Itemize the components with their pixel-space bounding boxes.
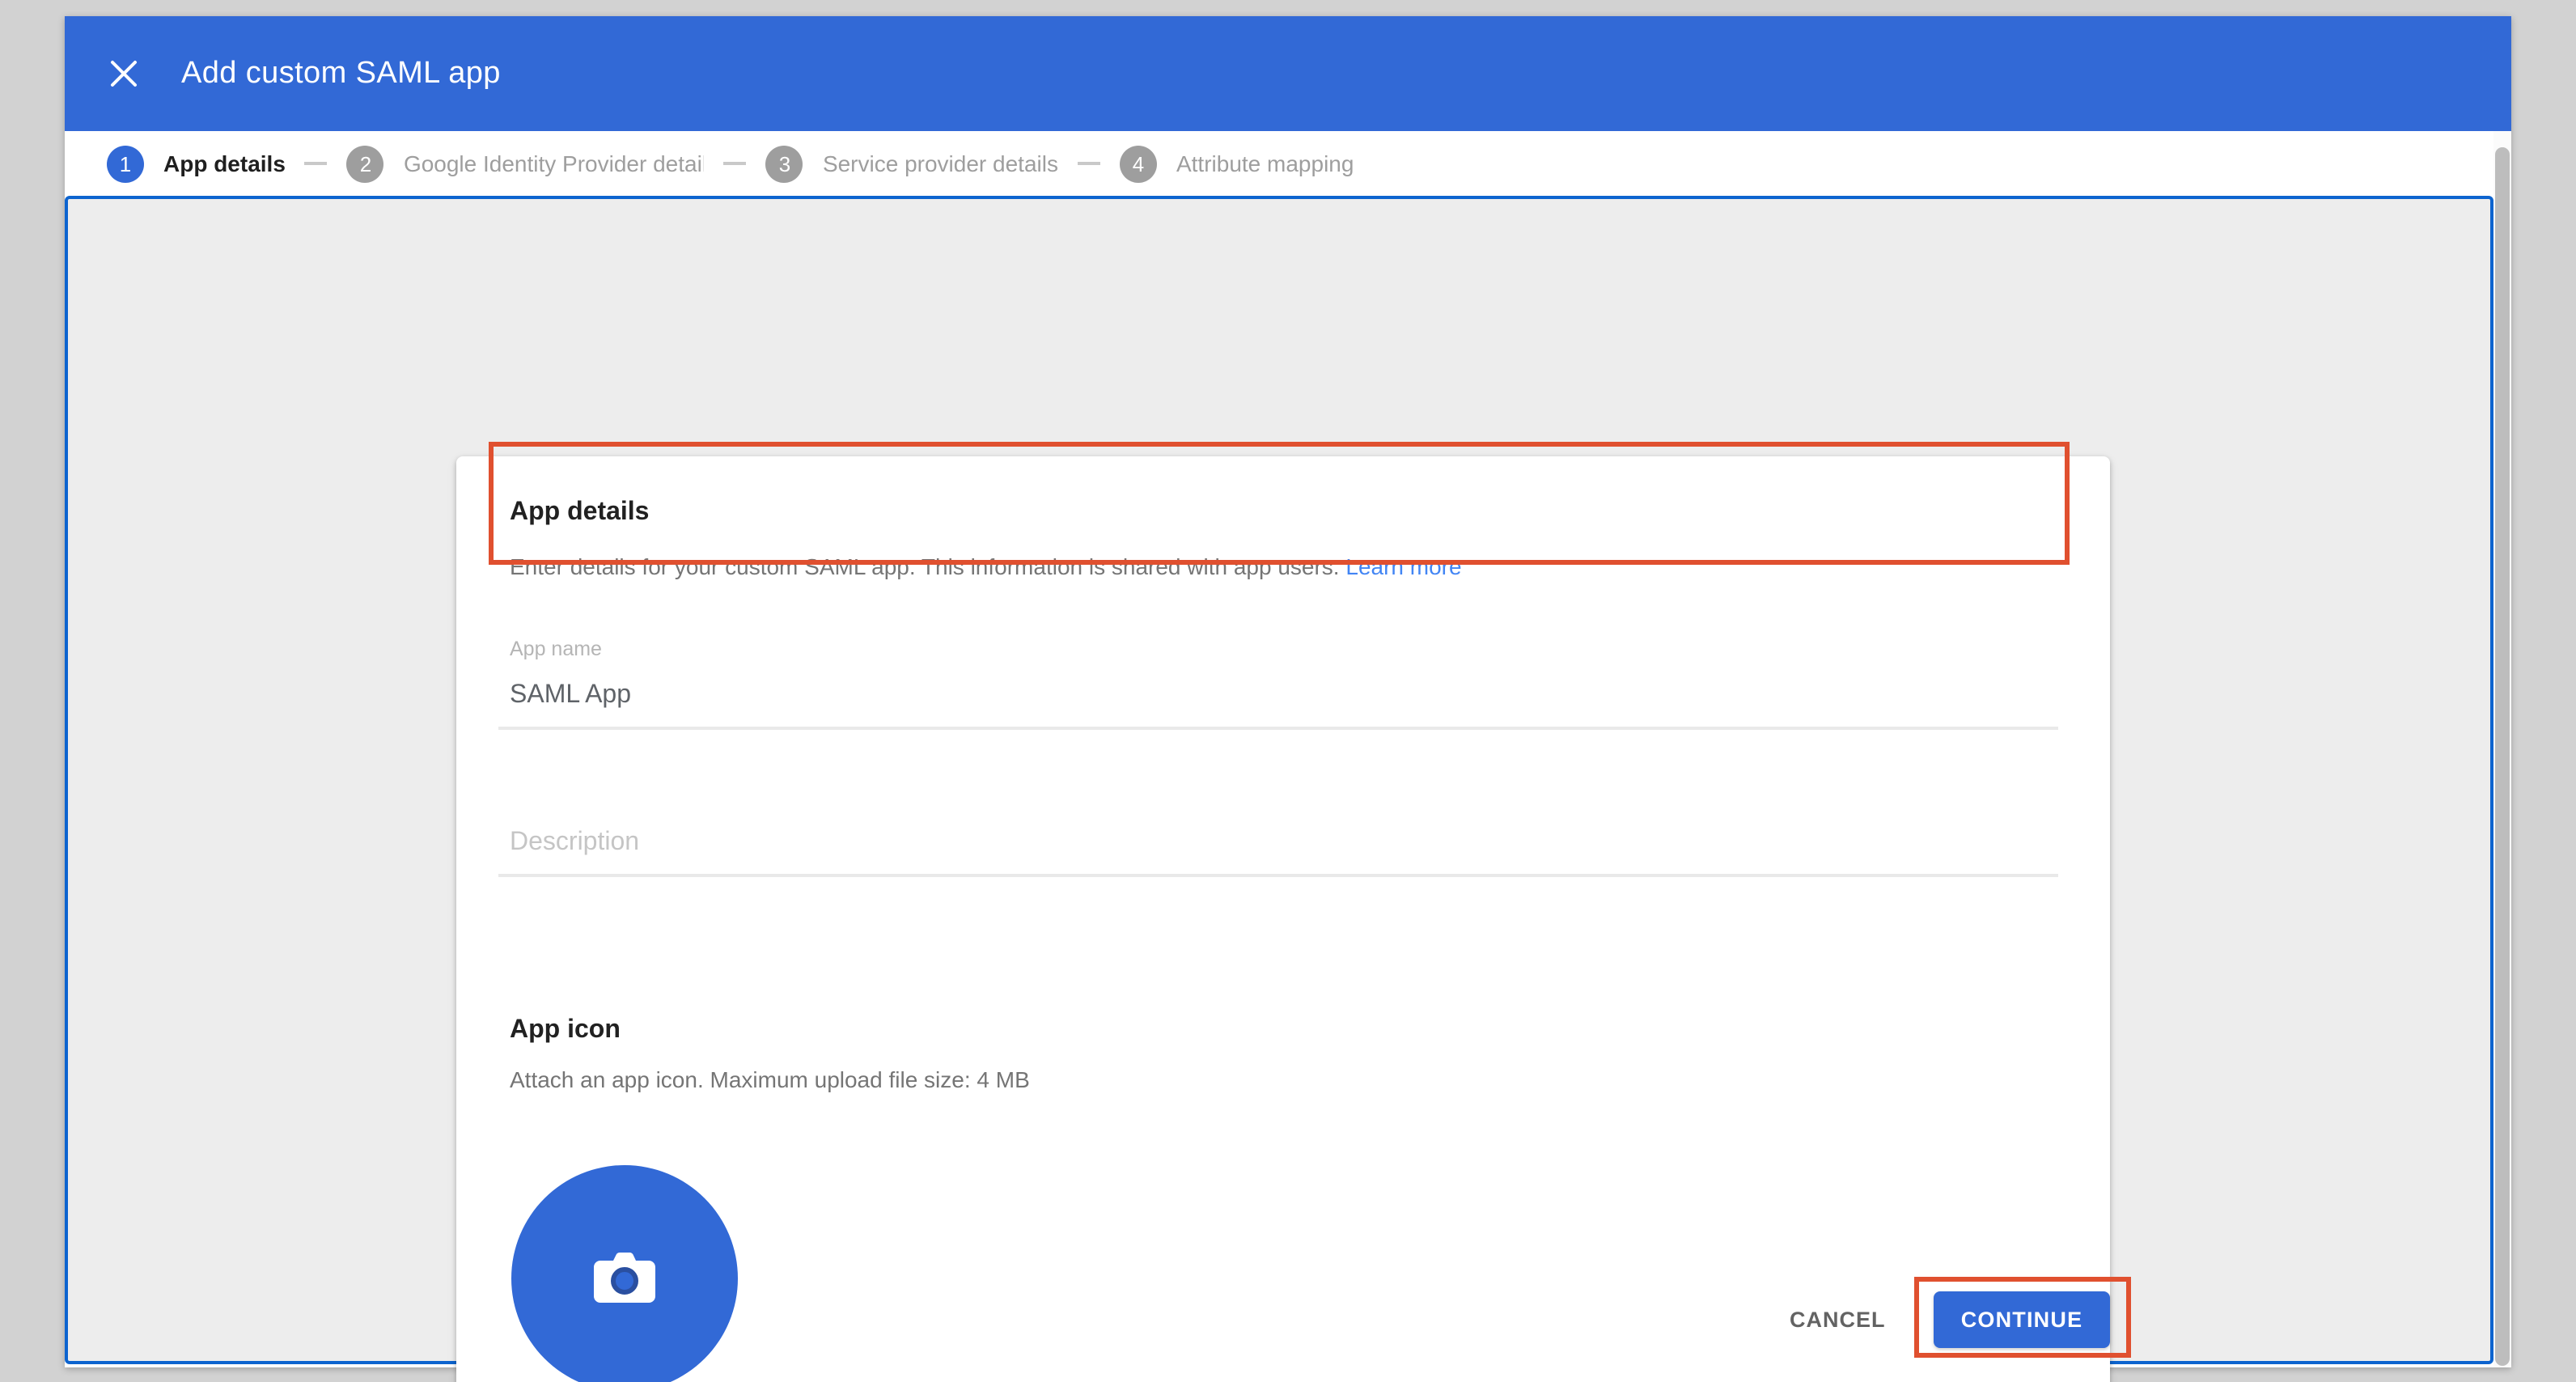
scrollbar-track[interactable]	[2493, 131, 2511, 1367]
step-connector	[724, 162, 747, 165]
app-icon-upload-button[interactable]	[511, 1165, 738, 1382]
dialog-titlebar: Add custom SAML app	[65, 16, 2511, 131]
app-name-input[interactable]	[498, 660, 2058, 730]
description-input[interactable]	[498, 816, 2058, 877]
stepper-step-google-idp-details[interactable]: 2 Google Identity Provider details	[347, 145, 705, 182]
app-icon-heading: App icon	[510, 1016, 621, 1045]
learn-more-link[interactable]: Learn more	[1345, 553, 1461, 579]
stepper-step-service-provider-details[interactable]: 3 Service provider details	[766, 145, 1058, 182]
step-label: Google Identity Provider details	[404, 150, 705, 176]
scrollbar-thumb[interactable]	[2495, 147, 2510, 1366]
stepper: 1 App details 2 Google Identity Provider…	[65, 131, 2493, 196]
continue-button[interactable]: CONTINUE	[1934, 1291, 2110, 1348]
close-icon	[109, 60, 137, 87]
step-label: Attribute mapping	[1176, 150, 1354, 176]
dialog-content-area: App details Enter details for your custo…	[65, 196, 2493, 1364]
cancel-button[interactable]: CANCEL	[1777, 1293, 1899, 1348]
card-intro-text: Enter details for your custom SAML app. …	[510, 550, 1462, 583]
app-icon-hint: Attach an app icon. Maximum upload file …	[510, 1066, 1030, 1092]
stepper-step-attribute-mapping[interactable]: 4 Attribute mapping	[1120, 145, 1354, 182]
description-field	[498, 816, 2058, 877]
add-saml-app-dialog: Add custom SAML app 1 App details 2 Goog…	[65, 16, 2511, 1367]
app-name-label: App name	[498, 638, 2058, 660]
intro-text: Enter details for your custom SAML app. …	[510, 553, 1340, 579]
step-number-badge: 3	[766, 145, 803, 182]
close-button[interactable]	[104, 54, 142, 93]
card-heading: App details	[510, 498, 649, 528]
camera-icon	[591, 1249, 659, 1308]
step-label: App details	[163, 150, 286, 176]
step-number-badge: 2	[347, 145, 384, 182]
step-connector	[305, 162, 328, 165]
step-label: Service provider details	[823, 150, 1058, 176]
dialog-title: Add custom SAML app	[181, 56, 501, 91]
step-number-badge: 1	[107, 145, 144, 182]
step-connector	[1078, 162, 1100, 165]
app-details-card: App details Enter details for your custo…	[456, 456, 2110, 1382]
page: Add custom SAML app 1 App details 2 Goog…	[0, 0, 2576, 1382]
app-name-field: App name	[498, 638, 2058, 730]
stepper-step-app-details[interactable]: 1 App details	[107, 145, 286, 182]
step-number-badge: 4	[1120, 145, 1157, 182]
